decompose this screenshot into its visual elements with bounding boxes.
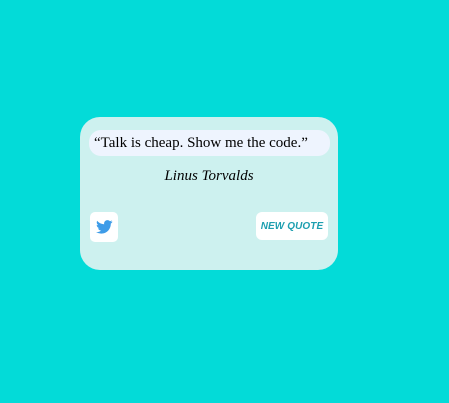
quote-text: “Talk is cheap. Show me the code.” xyxy=(89,130,330,156)
tweet-quote-button[interactable] xyxy=(90,212,118,242)
twitter-icon xyxy=(95,220,113,234)
quote-box: “Talk is cheap. Show me the code.” Linus… xyxy=(80,117,338,270)
new-quote-button[interactable]: NEW QUOTE xyxy=(256,212,328,240)
quote-author: Linus Torvalds xyxy=(164,168,254,184)
